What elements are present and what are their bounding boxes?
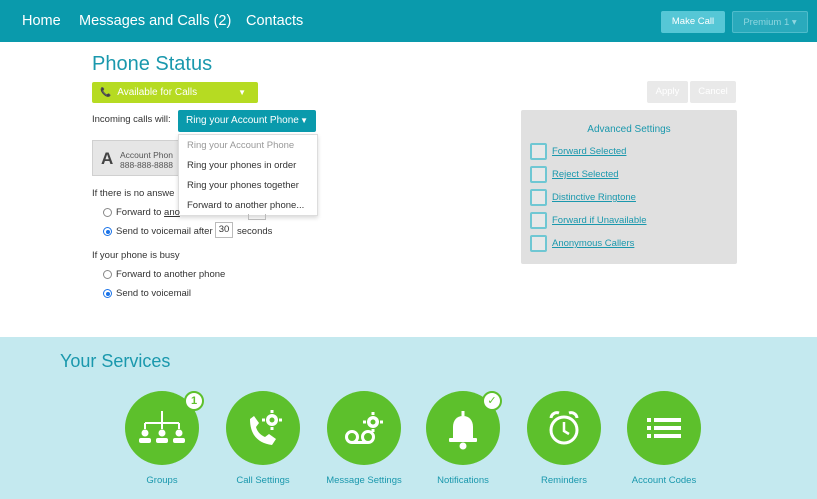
account-letter: A: [101, 149, 114, 168]
checkbox[interactable]: [530, 212, 547, 229]
voicemail-after-label: Send to voicemail after: [116, 226, 213, 237]
message-settings-service-button[interactable]: [327, 391, 401, 465]
voicemail-after-radio[interactable]: [103, 227, 112, 236]
checkbox[interactable]: [530, 189, 547, 206]
nav-home[interactable]: Home: [22, 13, 61, 29]
ring-mode-select[interactable]: Ring your Account Phone ▼: [178, 110, 316, 132]
cancel-button[interactable]: Cancel: [690, 81, 736, 103]
message-settings-label[interactable]: Message Settings: [319, 474, 409, 487]
services-section: Your Services 1 Groups Call Settings Mes…: [0, 337, 817, 499]
notifications-label[interactable]: Notifications: [418, 474, 508, 487]
busy-forward-label: Forward to another phone: [116, 269, 226, 280]
account-phone-card: A Account Phon 888-888-8888: [92, 140, 182, 176]
ring-mode-dropdown-menu: Ring your Account Phone Ring your phones…: [178, 134, 318, 216]
advanced-item-label[interactable]: Forward if Unavailable: [552, 215, 647, 226]
busy-voicemail-label: Send to voicemail: [116, 288, 191, 299]
busy-label: If your phone is busy: [92, 250, 180, 261]
checkbox[interactable]: [530, 143, 547, 160]
incoming-calls-label: Incoming calls will:: [92, 114, 171, 125]
chevron-down-icon: ▼: [300, 116, 308, 125]
call-settings-label[interactable]: Call Settings: [218, 474, 308, 487]
dropdown-option[interactable]: Ring your phones in order: [187, 160, 296, 171]
dropdown-option[interactable]: Ring your Account Phone: [187, 140, 294, 151]
account-codes-service-button[interactable]: [627, 391, 701, 465]
busy-voicemail-radio[interactable]: [103, 289, 112, 298]
reminders-service-button[interactable]: [527, 391, 601, 465]
availability-dropdown[interactable]: 📞 Available for Calls ▼: [92, 82, 258, 103]
voicemail-seconds-input[interactable]: 30: [215, 222, 233, 238]
nav-messages-and-calls[interactable]: Messages and Calls (2): [79, 13, 231, 29]
checkbox[interactable]: [530, 235, 547, 252]
apply-button[interactable]: Apply: [647, 81, 688, 103]
top-nav-bar: Home Messages and Calls (2) Contacts Mak…: [0, 0, 817, 42]
no-answer-forward-label: Forward to ano: [116, 207, 180, 218]
ring-mode-value: Ring your Account Phone: [186, 115, 299, 126]
no-answer-forward-radio[interactable]: [103, 208, 112, 217]
nav-contacts[interactable]: Contacts: [246, 13, 303, 29]
services-title: Your Services: [60, 351, 171, 371]
account-phone-name: Account Phon: [120, 150, 173, 160]
seconds-label: seconds: [237, 226, 273, 237]
advanced-item-label[interactable]: Distinctive Ringtone: [552, 192, 636, 203]
reminders-label[interactable]: Reminders: [519, 474, 609, 487]
call-settings-icon: [250, 410, 282, 445]
premium-dropdown[interactable]: Premium 1 ▾: [732, 11, 808, 33]
groups-label[interactable]: Groups: [117, 474, 207, 487]
voicemail-settings-icon: [345, 412, 383, 444]
no-answer-label: If there is no answe: [92, 188, 175, 199]
groups-badge: 1: [184, 391, 204, 411]
advanced-settings-title: Advanced Settings: [587, 124, 671, 135]
advanced-item-label[interactable]: Reject Selected: [552, 169, 619, 180]
advanced-item-label[interactable]: Anonymous Callers: [552, 238, 634, 249]
account-codes-label[interactable]: Account Codes: [619, 474, 709, 487]
dropdown-option[interactable]: Forward to another phone...: [187, 200, 304, 211]
advanced-settings-panel: Advanced Settings Forward Selected Rejec…: [521, 110, 737, 264]
notifications-check-badge: ✓: [482, 391, 502, 411]
availability-label: Available for Calls: [117, 87, 198, 98]
forward-number-input[interactable]: [248, 214, 266, 220]
page-title: Phone Status: [92, 53, 213, 75]
call-settings-service-button[interactable]: [226, 391, 300, 465]
make-call-button[interactable]: Make Call: [661, 11, 725, 33]
chevron-down-icon: ▼: [238, 88, 246, 97]
dropdown-option[interactable]: Ring your phones together: [187, 180, 299, 191]
alarm-clock-icon: [549, 411, 579, 445]
busy-forward-radio[interactable]: [103, 270, 112, 279]
checkbox[interactable]: [530, 166, 547, 183]
list-icon: [647, 418, 681, 438]
account-phone-number: 888-888-8888: [120, 160, 173, 170]
advanced-item-label[interactable]: Forward Selected: [552, 146, 626, 157]
phone-icon: 📞: [100, 87, 112, 97]
